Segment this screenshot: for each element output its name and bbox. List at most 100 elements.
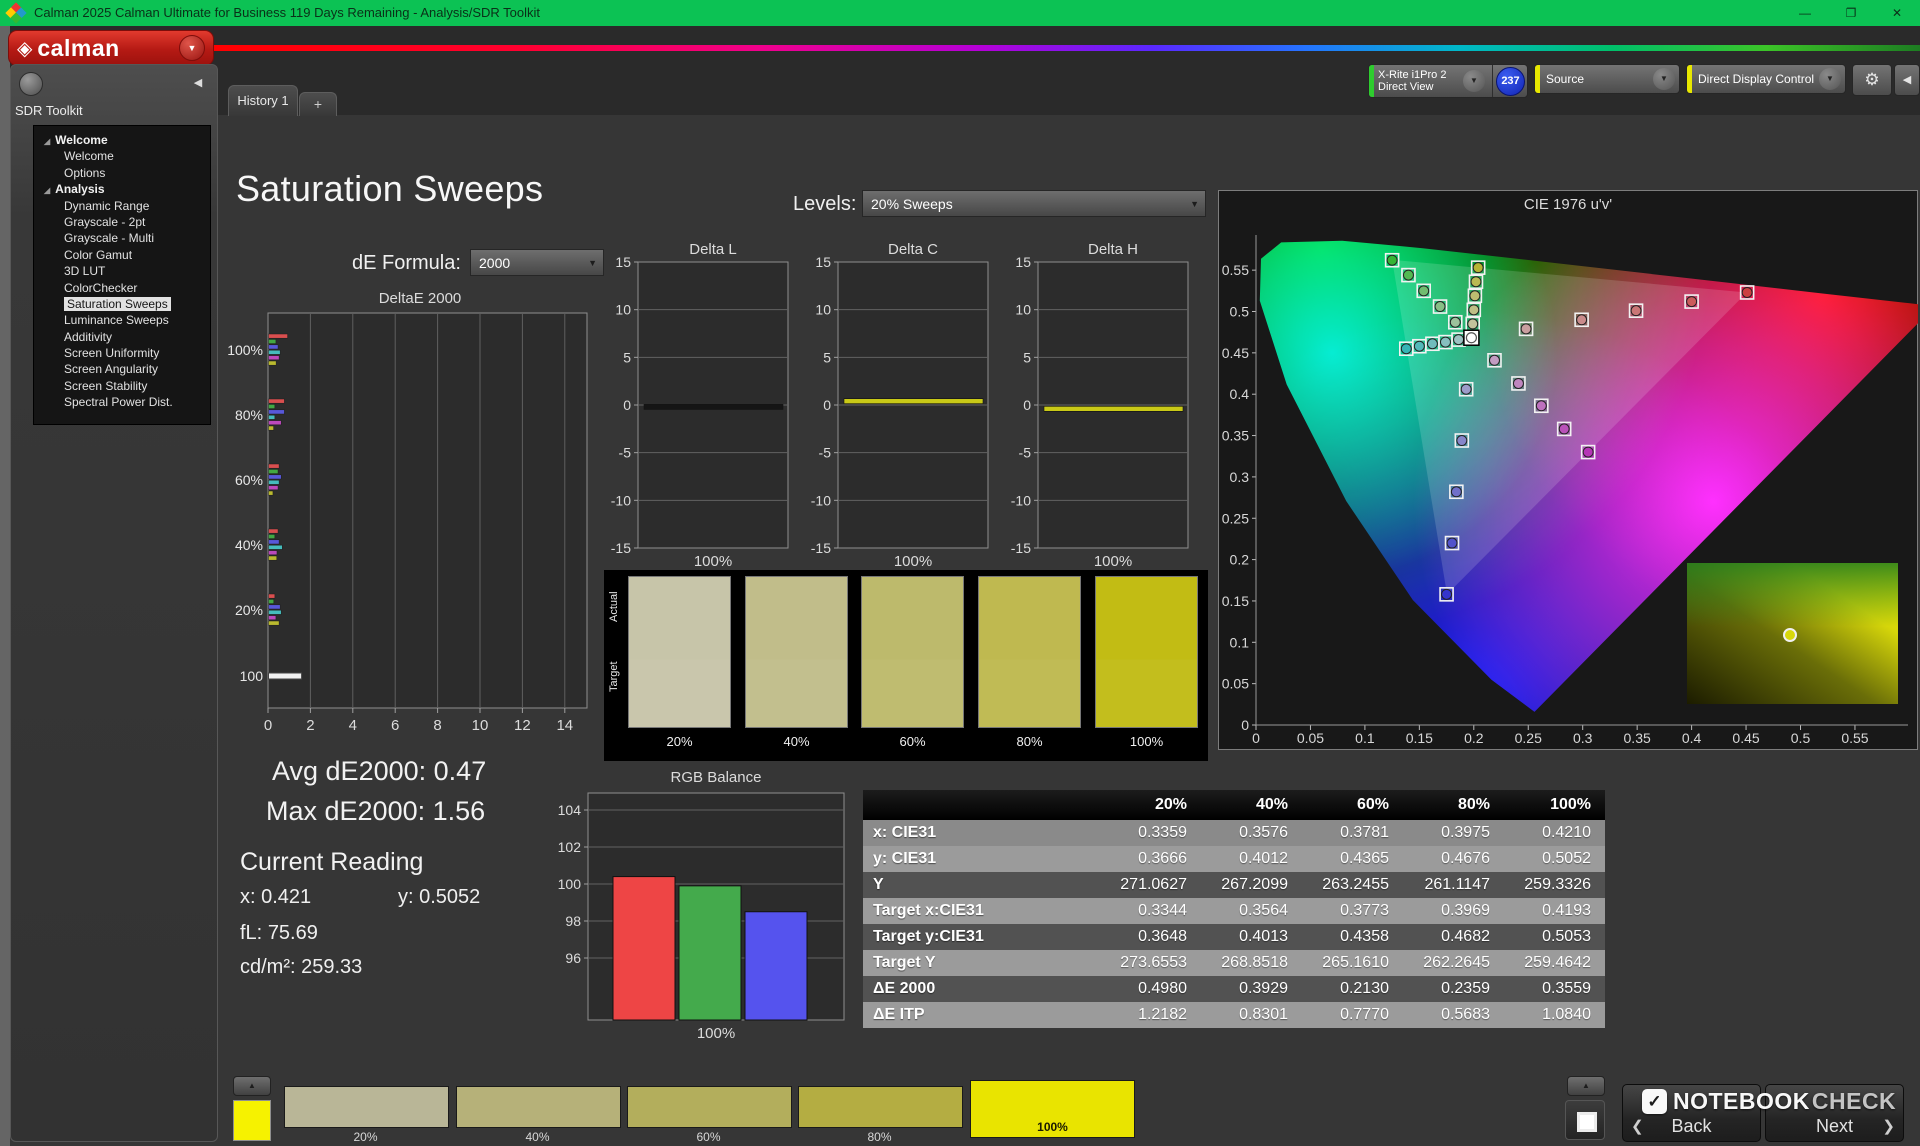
left-rail — [0, 26, 10, 1146]
pattern-window-eject-right[interactable]: ▲ — [1567, 1076, 1605, 1096]
sidebar-item-dynamic-range[interactable]: Dynamic Range — [34, 198, 210, 214]
deltae-bar-green-80 — [269, 404, 275, 408]
table-cell: 0.5683 — [1403, 1002, 1504, 1028]
calman-app-window: Calman 2025 Calman Ultimate for Business… — [0, 0, 1920, 1146]
rgb-bar-blue — [745, 912, 807, 1020]
display-control-dropdown[interactable]: Direct Display Control ▼ — [1686, 64, 1846, 94]
table-cell: 0.7770 — [1302, 1002, 1403, 1028]
pattern-level-100[interactable]: 100% — [970, 1080, 1135, 1138]
calman-menu-arrow-icon[interactable]: ▼ — [179, 35, 205, 61]
settings-button[interactable]: ⚙ — [1852, 64, 1892, 96]
table-cell: 259.4642 — [1504, 950, 1605, 976]
deltae-bar-yellow-60 — [269, 491, 273, 495]
maximize-button[interactable]: ❐ — [1828, 0, 1874, 26]
meter-count-badge[interactable]: 237 — [1496, 67, 1525, 96]
current-pattern-chip[interactable] — [233, 1100, 271, 1141]
sidebar-collapse-button[interactable]: ◀ — [187, 72, 209, 94]
svg-text:0.55: 0.55 — [1222, 262, 1249, 278]
svg-text:0.05: 0.05 — [1297, 730, 1324, 746]
sidebar-item-spectral-power-dist[interactable]: Spectral Power Dist. — [34, 394, 210, 410]
table-cell: 0.4358 — [1302, 924, 1403, 950]
sidebar-item-screen-stability[interactable]: Screen Stability — [34, 378, 210, 394]
pattern-window-button[interactable] — [1565, 1100, 1605, 1140]
svg-text:0: 0 — [1023, 397, 1031, 413]
sidebar-item-grayscale-multi[interactable]: Grayscale - Multi — [34, 230, 210, 246]
de-formula-dropdown[interactable]: 2000 ▼ — [470, 249, 604, 276]
actual-target-swatch-strip: ActualTarget20%40%60%80%100% — [604, 570, 1208, 761]
de-formula-label: dE Formula: — [352, 252, 461, 275]
table-cell: 268.8518 — [1201, 950, 1302, 976]
svg-text:15: 15 — [815, 254, 831, 270]
tree-expand-icon[interactable]: ◢ — [44, 137, 50, 146]
deltae-bar-green-40 — [269, 534, 275, 538]
pattern-level-20[interactable] — [284, 1086, 449, 1128]
levels-dropdown[interactable]: 20% Sweeps ▼ — [862, 190, 1206, 217]
current-reading-x: x: 0.421 — [240, 886, 311, 909]
swatch-level-label: 20% — [628, 734, 731, 749]
sidebar-item-3d-lut[interactable]: 3D LUT — [34, 263, 210, 279]
delta-l-svg: Delta L151050-5-10-15100% — [600, 240, 805, 575]
table-cell: 0.4210 — [1504, 820, 1605, 846]
sidebar-item-options[interactable]: Options — [34, 165, 210, 181]
svg-text:0: 0 — [264, 717, 272, 734]
levels-label: Levels: — [793, 193, 856, 216]
sidebar-item-welcome[interactable]: Welcome — [34, 148, 210, 164]
chevron-down-icon[interactable]: ▼ — [1653, 68, 1675, 90]
svg-text:104: 104 — [558, 802, 582, 818]
deltae-bar-blue-20 — [269, 605, 281, 609]
table-cell: 0.4980 — [1100, 976, 1201, 1002]
sidebar-item-color-gamut[interactable]: Color Gamut — [34, 247, 210, 263]
table-cell: 259.3326 — [1504, 872, 1605, 898]
chevron-down-icon[interactable]: ▼ — [1819, 68, 1841, 90]
table-cell: 265.1610 — [1302, 950, 1403, 976]
cie-svg: 000.050.050.10.10.150.150.20.20.250.250.… — [1218, 190, 1918, 750]
minimize-button[interactable]: — — [1782, 0, 1828, 26]
sidebar-knob-button[interactable] — [19, 72, 43, 96]
svg-text:4: 4 — [349, 717, 357, 734]
svg-text:Delta L: Delta L — [689, 241, 737, 258]
chevron-right-icon: ❯ — [1882, 1117, 1895, 1135]
svg-text:0.25: 0.25 — [1515, 730, 1542, 746]
sidebar-item-screen-uniformity[interactable]: Screen Uniformity — [34, 345, 210, 361]
sidebar-item-screen-angularity[interactable]: Screen Angularity — [34, 361, 210, 377]
sidebar-item-luminance-sweeps[interactable]: Luminance Sweeps — [34, 312, 210, 328]
pattern-level-60[interactable] — [627, 1086, 792, 1128]
cie-chart-title: CIE 1976 u'v' — [1218, 196, 1918, 213]
sidebar-item-label: Grayscale - Multi — [64, 231, 154, 245]
tree-expand-icon[interactable]: ◢ — [44, 186, 50, 195]
sidebar-item-grayscale-2pt[interactable]: Grayscale - 2pt — [34, 214, 210, 230]
svg-text:10: 10 — [1015, 302, 1031, 318]
source-dropdown[interactable]: Source ▼ — [1534, 64, 1680, 94]
sidebar-item-analysis[interactable]: ◢Analysis — [34, 181, 210, 197]
svg-text:98: 98 — [565, 913, 581, 929]
de-formula-value: 2000 — [479, 255, 510, 271]
calman-menu-button[interactable]: ◈ calman ▼ — [8, 30, 214, 66]
check-icon: ✓ — [1642, 1089, 1667, 1114]
pattern-level-40[interactable] — [456, 1086, 621, 1128]
close-button[interactable]: ✕ — [1874, 0, 1920, 26]
table-cell: 0.3666 — [1100, 846, 1201, 872]
collapse-panel-button[interactable]: ◀ — [1894, 64, 1920, 96]
table-header-cell: 40% — [1201, 790, 1302, 820]
meter-dropdown[interactable]: X-Rite i1Pro 2Direct View ▼ 237 — [1368, 64, 1528, 98]
sidebar-item-colorchecker[interactable]: ColorChecker — [34, 280, 210, 296]
rgb-bar-red — [613, 877, 675, 1020]
sidebar-item-saturation-sweeps[interactable]: Saturation Sweeps — [34, 296, 210, 312]
window-title: Calman 2025 Calman Ultimate for Business… — [34, 0, 540, 26]
pattern-level-80[interactable] — [798, 1086, 963, 1128]
add-tab-button[interactable]: + — [299, 92, 337, 116]
chevron-down-icon[interactable]: ▼ — [1463, 70, 1485, 92]
swatch-80 — [978, 576, 1081, 728]
deltae-bar-red-40 — [269, 529, 279, 533]
sidebar-item-welcome[interactable]: ◢Welcome — [34, 132, 210, 148]
deltae-bar-magenta-60 — [269, 486, 279, 490]
svg-text:6: 6 — [391, 717, 399, 734]
svg-text:-15: -15 — [811, 540, 831, 556]
deltae-bar-yellow-40 — [269, 556, 277, 560]
tab-history-1[interactable]: History 1 — [228, 85, 298, 116]
sidebar-item-additivity[interactable]: Additivity — [34, 329, 210, 345]
sidebar-item-label: Color Gamut — [64, 248, 132, 262]
deltae-bar-green-20 — [269, 599, 274, 603]
pattern-window-eject-left[interactable]: ▲ — [233, 1076, 271, 1096]
table-header-cell: 20% — [1100, 790, 1201, 820]
